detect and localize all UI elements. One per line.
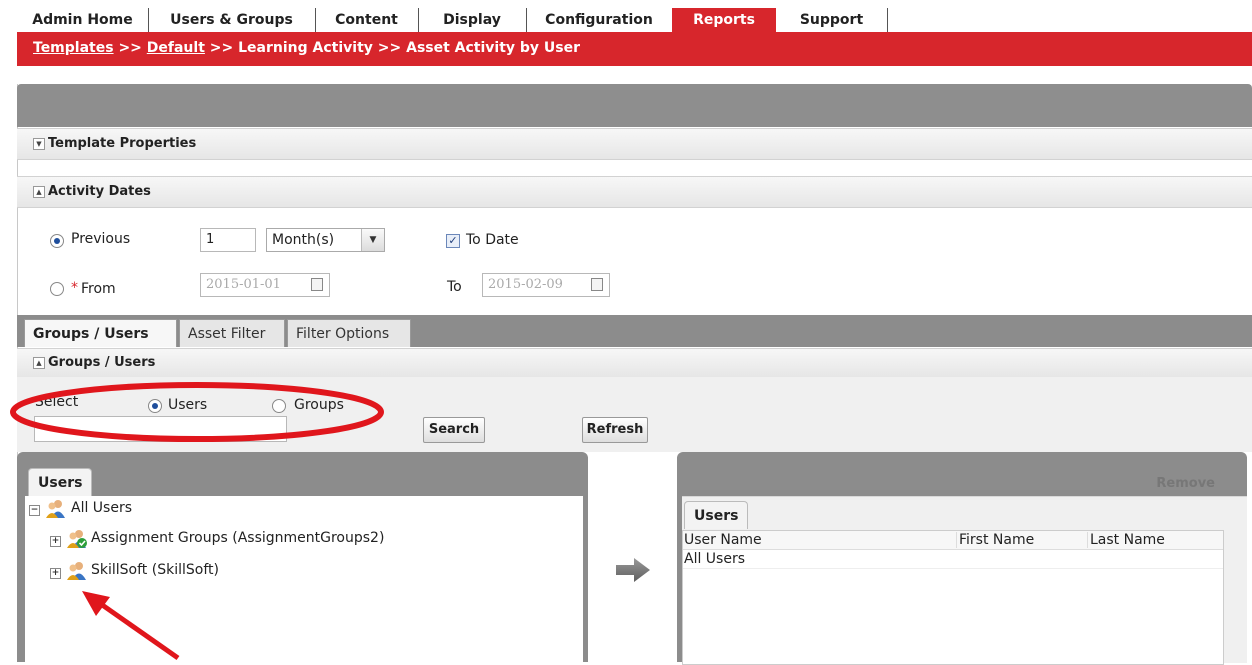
annotation-arrow-shaft [96, 599, 180, 661]
annotation-arrow-head [82, 591, 110, 616]
annotation-overlay [10, 382, 384, 661]
annotation-ellipse [10, 382, 384, 442]
